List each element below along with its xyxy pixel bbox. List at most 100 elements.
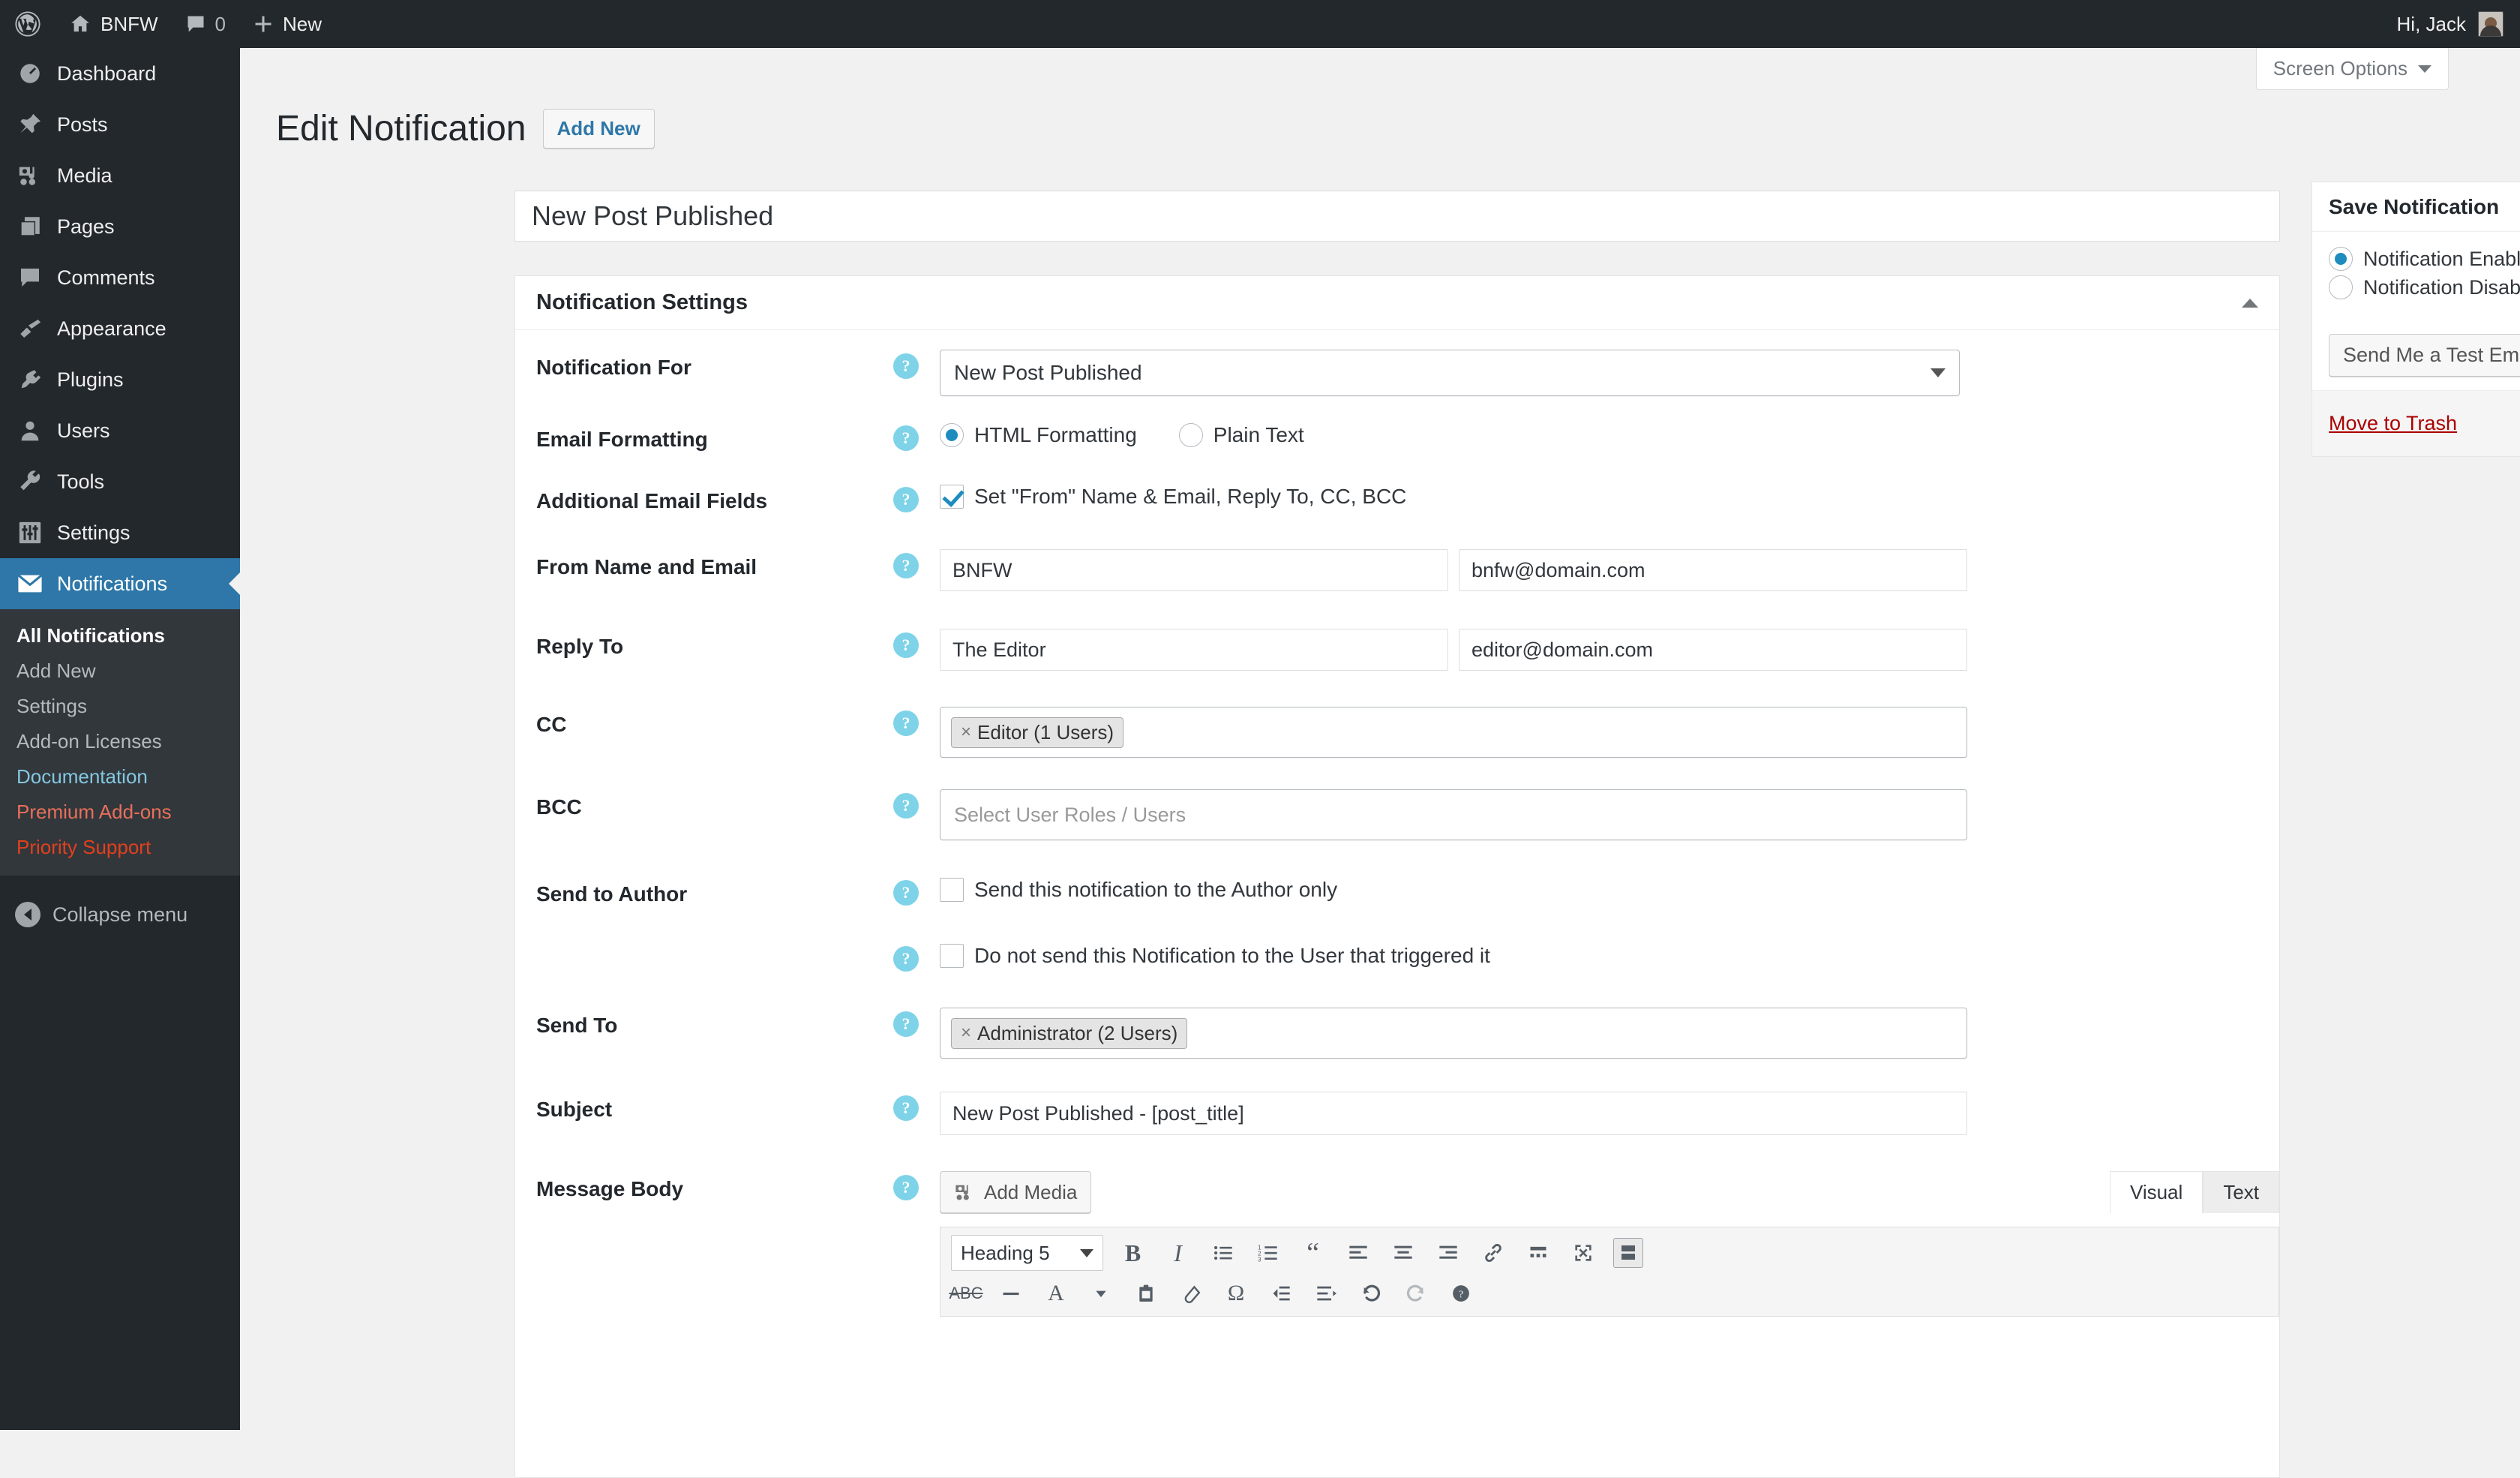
sidebar-item-plugins[interactable]: Plugins [0,354,240,405]
remove-tag-icon[interactable]: × [961,722,971,743]
checkbox-exclude-triggering-user[interactable]: Do not send this Notification to the Use… [940,944,2279,968]
reply-to-email-input[interactable]: editor@domain.com [1459,629,1967,671]
read-more-icon[interactable] [1523,1238,1553,1268]
help-icon[interactable]: ? [893,353,919,379]
row-subject: Subject ? New Post Published - [post_tit… [515,1092,2279,1135]
radio-button-icon [940,423,964,447]
help-icon[interactable]: ? [893,1011,919,1037]
from-email-input[interactable]: bnfw@domain.com [1459,549,1967,591]
help-icon[interactable]: ? [893,553,919,578]
keyboard-help-icon[interactable]: ? [1446,1278,1476,1308]
sidebar-item-notifications[interactable]: Notifications [0,558,240,609]
help-icon[interactable]: ? [893,425,919,451]
add-media-button[interactable]: Add Media [940,1171,1092,1213]
notification-title-input[interactable]: New Post Published [514,191,2280,242]
remove-tag-icon[interactable]: × [961,1023,971,1044]
checkbox-send-to-author-only[interactable]: Send this notification to the Author onl… [940,878,2279,902]
move-to-trash-link[interactable]: Move to Trash [2329,412,2457,435]
format-select[interactable]: Heading 5 [951,1235,1103,1271]
media-icon [15,162,45,189]
bold-icon[interactable]: B [1118,1238,1148,1268]
sidebar-item-posts[interactable]: Posts [0,99,240,150]
sidebar-item-users[interactable]: Users [0,405,240,456]
sidebar-item-pages[interactable]: Pages [0,201,240,252]
color-caret-icon[interactable] [1086,1278,1116,1308]
metabox-header[interactable]: Notification Settings [515,276,2279,330]
bulleted-list-icon[interactable] [1208,1238,1238,1268]
send-to-multiselect[interactable]: × Administrator (2 Users) [940,1008,1967,1059]
blockquote-icon[interactable]: “ [1298,1238,1328,1268]
from-name-input[interactable]: BNFW [940,549,1448,591]
submenu-item-add-new[interactable]: Add New [0,653,240,689]
sidebar-item-media[interactable]: Media [0,150,240,201]
new-content-menu[interactable]: New [239,0,335,48]
reply-to-name-input[interactable]: The Editor [940,629,1448,671]
svg-text:3: 3 [1258,1257,1262,1263]
radio-notification-disabled[interactable]: Notification Disabled [2329,275,2520,299]
sidebar-item-comments[interactable]: Comments [0,252,240,303]
text-color-icon[interactable]: A [1041,1278,1071,1308]
fullscreen-icon[interactable] [1568,1238,1598,1268]
chevron-up-icon[interactable] [2242,298,2258,308]
radio-html-formatting[interactable]: HTML Formatting [940,423,1137,447]
sidebar-item-appearance[interactable]: Appearance [0,303,240,354]
add-new-button[interactable]: Add New [542,109,655,149]
sidebar-item-dashboard[interactable]: Dashboard [0,48,240,99]
subject-value: New Post Published - [post_title] [952,1101,1244,1125]
submenu-item-priority-support[interactable]: Priority Support [0,830,240,865]
link-icon[interactable] [1478,1238,1508,1268]
strikethrough-icon[interactable]: ABC [949,1278,982,1308]
numbered-list-icon[interactable]: 123 [1253,1238,1283,1268]
send-to-tag[interactable]: × Administrator (2 Users) [951,1017,1188,1049]
wordpress-logo-button[interactable] [0,0,56,48]
paste-as-text-icon[interactable] [1131,1278,1161,1308]
toolbar-toggle-icon[interactable] [1612,1238,1643,1268]
radio-notification-enabled[interactable]: Notification Enabled [2329,247,2520,271]
screen-options-toggle[interactable]: Screen Options [2255,48,2449,90]
align-center-icon[interactable] [1388,1238,1418,1268]
subject-input[interactable]: New Post Published - [post_title] [940,1092,1967,1135]
outdent-icon[interactable] [1266,1278,1296,1308]
save-panel-header[interactable]: Save Notification [2312,182,2520,232]
submenu-item-all-notifications[interactable]: All Notifications [0,618,240,653]
align-right-icon[interactable] [1433,1238,1463,1268]
tab-visual[interactable]: Visual [2109,1171,2204,1213]
undo-icon[interactable] [1356,1278,1386,1308]
help-icon[interactable]: ? [893,1175,919,1200]
sidebar-item-settings[interactable]: Settings [0,507,240,558]
help-icon[interactable]: ? [893,793,919,819]
redo-icon[interactable] [1401,1278,1431,1308]
italic-icon[interactable]: I [1163,1238,1193,1268]
help-icon[interactable]: ? [893,487,919,512]
horizontal-rule-icon[interactable] [996,1278,1026,1308]
editor-toolbar-row1: Heading 5 B I 123 “ [940,1227,2278,1278]
submenu-item-premium-addons[interactable]: Premium Add-ons [0,795,240,830]
site-name-menu[interactable]: BNFW [56,0,172,48]
send-test-email-button[interactable]: Send Me a Test Email [2329,334,2520,377]
help-icon[interactable]: ? [893,1095,919,1121]
clear-formatting-icon[interactable] [1176,1278,1206,1308]
site-name: BNFW [100,12,158,35]
collapse-menu-button[interactable]: Collapse menu [0,892,240,937]
radio-plain-text[interactable]: Plain Text [1178,423,1304,447]
indent-icon[interactable] [1311,1278,1341,1308]
submenu-item-documentation[interactable]: Documentation [0,759,240,795]
comments-menu[interactable]: 0 [172,0,239,48]
checkbox-additional-email-fields[interactable]: Set "From" Name & Email, Reply To, CC, B… [940,485,2279,509]
help-icon[interactable]: ? [893,880,919,906]
help-icon[interactable]: ? [893,710,919,736]
notification-for-select[interactable]: New Post Published [940,350,1960,396]
align-left-icon[interactable] [1343,1238,1373,1268]
cc-tag[interactable]: × Editor (1 Users) [951,716,1124,748]
help-icon[interactable]: ? [893,946,919,972]
special-character-icon[interactable]: Ω [1221,1278,1251,1308]
tab-text[interactable]: Text [2203,1171,2279,1213]
checkbox-icon [940,944,964,968]
submenu-item-addon-licenses[interactable]: Add-on Licenses [0,724,240,759]
cc-multiselect[interactable]: × Editor (1 Users) [940,707,1967,758]
submenu-item-settings[interactable]: Settings [0,689,240,724]
bcc-multiselect[interactable]: Select User Roles / Users [940,789,1967,840]
sidebar-item-tools[interactable]: Tools [0,456,240,507]
account-menu[interactable]: Hi, Jack [2397,11,2520,37]
help-icon[interactable]: ? [893,632,919,658]
